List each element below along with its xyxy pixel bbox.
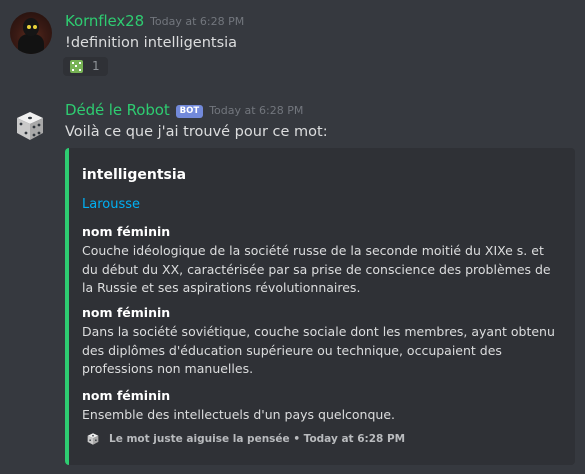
- timestamp: Today at 6:28 PM: [209, 104, 304, 117]
- footer-text: Le mot juste aiguise la pensée • Today a…: [109, 433, 406, 445]
- dice-avatar-icon[interactable]: [13, 109, 47, 143]
- message-header: Dédé le Robot BOT Today at 6:28 PM: [65, 100, 303, 120]
- field-value: Dans la société soviétique, couche socia…: [82, 324, 555, 376]
- dice-icon: [87, 433, 99, 445]
- reaction-button[interactable]: 1: [63, 57, 108, 76]
- bot-username[interactable]: Dédé le Robot: [65, 101, 170, 119]
- user-avatar[interactable]: [10, 12, 52, 54]
- field-value: Ensemble des intellectuels d'un pays que…: [82, 407, 396, 422]
- field-name: nom féminin: [82, 305, 171, 320]
- source-link[interactable]: Larousse: [82, 197, 140, 212]
- message-content: Voilà ce que j'ai trouvé pour ce mot:: [65, 124, 328, 140]
- message-header: Kornflex28 Today at 6:28 PM: [65, 11, 244, 30]
- field-value: Couche idéologique de la société russe d…: [82, 243, 551, 295]
- timestamp: Today at 6:28 PM: [150, 15, 245, 28]
- chat-area: Kornflex28 Today at 6:28 PM !definition i…: [0, 0, 585, 474]
- reaction-count: 1: [92, 59, 100, 73]
- embed-field: nom féminin Couche idéologique de la soc…: [82, 223, 560, 298]
- dice-icon: [70, 60, 83, 73]
- username[interactable]: Kornflex28: [65, 12, 144, 30]
- field-name: nom féminin: [82, 224, 171, 239]
- embed-footer: Le mot juste aiguise la pensée • Today a…: [86, 432, 405, 446]
- definition-embed: intelligentsia Larousse nom féminin Couc…: [65, 148, 575, 465]
- bot-badge: BOT: [175, 105, 204, 118]
- embed-title: intelligentsia: [82, 167, 187, 183]
- field-name: nom féminin: [82, 388, 171, 403]
- embed-field: nom féminin Ensemble des intellectuels d…: [82, 387, 560, 425]
- embed-field: nom féminin Dans la société soviétique, …: [82, 304, 560, 379]
- message-content: !definition intelligentsia: [65, 35, 238, 51]
